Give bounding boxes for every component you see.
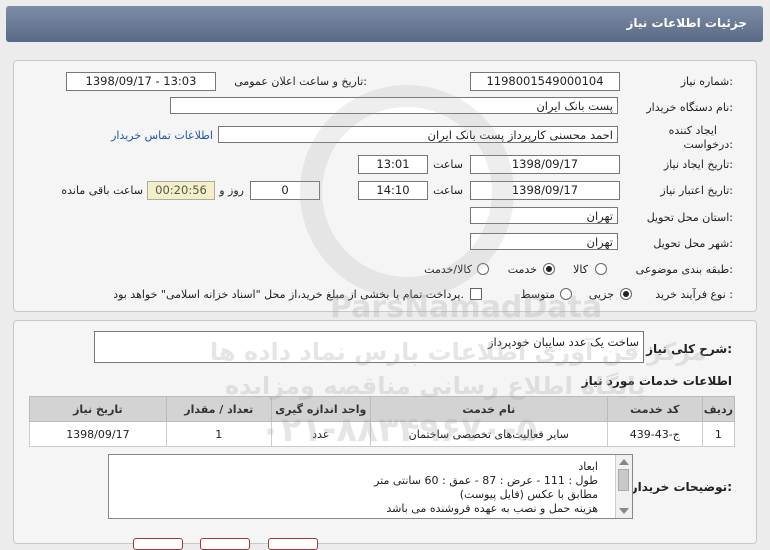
notes-line-4: هزینه حمل و نصب به عهده فروشنده می باشد bbox=[386, 502, 598, 515]
category-radio-service[interactable] bbox=[543, 263, 555, 275]
city-field: تهران bbox=[470, 233, 618, 250]
city-label: شهر محل تحویل: bbox=[653, 237, 733, 250]
bottom-button-2[interactable] bbox=[200, 538, 250, 550]
need-number-label: شماره نیاز: bbox=[680, 75, 733, 88]
province-field: تهران bbox=[470, 207, 618, 224]
created-date-field: 1398/09/17 bbox=[470, 155, 620, 174]
validity-time-field: 14:10 bbox=[358, 181, 428, 200]
days-label: روز و bbox=[219, 184, 244, 197]
creator-field: احمد محسنی کارپرداز پست بانک ایران bbox=[218, 126, 618, 143]
bottom-button-1[interactable] bbox=[133, 538, 183, 550]
col-quantity: تعداد / مقدار bbox=[165, 396, 272, 422]
category-label: طبقه بندی موضوعی: bbox=[635, 263, 733, 276]
notes-scrollbar[interactable] bbox=[615, 455, 632, 518]
summary-label: شرح کلی نیاز: bbox=[646, 342, 732, 356]
created-time-field: 13:01 bbox=[358, 155, 428, 174]
services-section-title: اطلاعات خدمات مورد نیاز bbox=[581, 374, 732, 388]
col-row-number: ردیف bbox=[701, 396, 736, 422]
col-service-name: نام خدمت bbox=[369, 396, 608, 422]
cell-service-name: سایر فعالیت‌های تخصصی ساختمان bbox=[369, 421, 608, 447]
buyer-label: نام دستگاه خریدار: bbox=[646, 101, 733, 114]
cell-unit: عدد bbox=[270, 421, 371, 447]
validity-time-label: ساعت bbox=[433, 184, 463, 197]
scroll-down-icon[interactable] bbox=[619, 508, 629, 514]
notes-line-3: مطابق با عکس (فایل پیوست) bbox=[459, 488, 598, 501]
col-unit: واحد اندازه گیری bbox=[270, 396, 371, 422]
buyer-notes-box[interactable]: ابعاد طول : 111 - عرض : 87 - عمق : 60 سا… bbox=[108, 454, 633, 519]
days-field: 0 bbox=[250, 181, 320, 200]
payment-note: پرداخت تمام یا بخشی از مبلغ خرید،از محل … bbox=[113, 288, 464, 301]
scroll-up-icon[interactable] bbox=[619, 459, 629, 465]
created-time-label: ساعت bbox=[433, 158, 463, 171]
contact-buyer-link[interactable]: اطلاعات تماس خریدار bbox=[111, 129, 213, 142]
treasury-checkbox[interactable] bbox=[470, 288, 482, 300]
bottom-button-3[interactable] bbox=[268, 538, 318, 550]
notes-line-2: طول : 111 - عرض : 87 - عمق : 60 سانتی مت… bbox=[374, 474, 598, 487]
buyer-field: پست بانک ایران bbox=[170, 97, 618, 114]
creator-label-2: درخواست: bbox=[683, 138, 734, 151]
notes-label: توضیحات خریدار: bbox=[630, 480, 732, 494]
cell-service-code: ج-43-439 bbox=[606, 421, 703, 447]
province-label: استان محل تحویل: bbox=[646, 211, 733, 224]
category-option-goods-service: کالا/خدمت bbox=[424, 263, 472, 276]
cell-need-date: 1398/09/17 bbox=[29, 421, 167, 447]
announce-label: تاریخ و ساعت اعلان عمومی: bbox=[234, 75, 367, 88]
creator-label-1: ایجاد کننده bbox=[668, 124, 717, 137]
remaining-label: ساعت باقی مانده bbox=[61, 184, 143, 197]
process-label: نوع فرآیند خرید : bbox=[655, 288, 733, 301]
need-number-field: 1198001549000104 bbox=[470, 72, 620, 91]
process-option-medium: متوسط bbox=[520, 288, 555, 301]
validity-date-field: 1398/09/17 bbox=[470, 181, 620, 200]
col-service-code: کد خدمت bbox=[606, 396, 703, 422]
remaining-time-field: 00:20:56 bbox=[147, 181, 215, 200]
created-date-label: تاریخ ایجاد نیاز: bbox=[663, 158, 733, 171]
table-row: 1 ج-43-439 سایر فعالیت‌های تخصصی ساختمان… bbox=[29, 421, 736, 447]
notes-line-1: ابعاد bbox=[578, 460, 598, 473]
announce-field: 1398/09/17 - 13:03 bbox=[66, 72, 216, 91]
process-radio-medium[interactable] bbox=[560, 288, 572, 300]
services-table: ردیف کد خدمت نام خدمت واحد اندازه گیری ت… bbox=[29, 396, 736, 447]
services-header-row: ردیف کد خدمت نام خدمت واحد اندازه گیری ت… bbox=[29, 396, 736, 422]
cell-row-number: 1 bbox=[701, 421, 736, 447]
category-option-goods: کالا bbox=[573, 263, 588, 276]
category-option-service: خدمت bbox=[507, 263, 537, 276]
page-title: جزئیات اطلاعات نیاز bbox=[626, 16, 747, 30]
summary-field: ساخت یک عدد سایبان خودپرداز bbox=[94, 331, 644, 363]
scroll-thumb[interactable] bbox=[618, 469, 629, 491]
category-radio-goods-service[interactable] bbox=[477, 263, 489, 275]
category-radio-goods[interactable] bbox=[595, 263, 607, 275]
col-need-date: تاریخ نیاز bbox=[29, 396, 167, 422]
cell-quantity: 1 bbox=[165, 421, 272, 447]
process-radio-minor[interactable] bbox=[620, 288, 632, 300]
window-titlebar: جزئیات اطلاعات نیاز bbox=[6, 6, 763, 42]
process-option-minor: جزیی bbox=[588, 288, 614, 301]
validity-label: تاریخ اعتبار نیاز: bbox=[660, 184, 733, 197]
